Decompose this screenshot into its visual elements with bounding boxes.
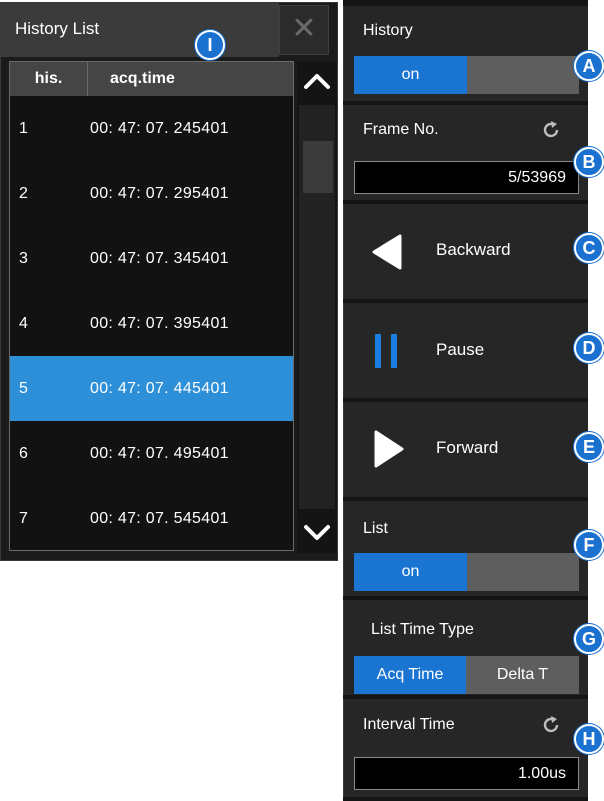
backward-button[interactable]: Backward <box>343 204 588 299</box>
history-toggle[interactable]: on <box>354 56 579 94</box>
history-table: his. acq.time 1 00: 47: 07. 245401 2 00:… <box>9 61 294 551</box>
history-section: History on <box>343 6 588 101</box>
table-row[interactable]: 1 00: 47: 07. 245401 <box>10 96 293 161</box>
pause-button[interactable]: Pause <box>343 303 588 398</box>
row-index: 4 <box>19 315 28 332</box>
table-row[interactable]: 2 00: 47: 07. 295401 <box>10 161 293 226</box>
callout-marker-h: H <box>574 724 604 754</box>
scroll-track[interactable] <box>299 105 335 509</box>
callout-marker-f: F <box>574 530 604 560</box>
callout-marker-a: A <box>574 51 604 81</box>
close-icon: ✕ <box>291 12 317 45</box>
row-time: 00: 47: 07. 295401 <box>90 185 229 202</box>
history-list-window: History List ✕ his. acq.time 1 00: 47: 0… <box>0 2 338 561</box>
table-row[interactable]: 4 00: 47: 07. 395401 <box>10 291 293 356</box>
chevron-up-icon <box>304 74 330 89</box>
interval-time-field[interactable]: 1.00us <box>354 757 579 790</box>
table-row[interactable]: 7 00: 47: 07. 545401 <box>10 486 293 551</box>
table-row[interactable]: 3 00: 47: 07. 345401 <box>10 226 293 291</box>
row-index: 7 <box>19 510 28 527</box>
list-toggle[interactable]: on <box>354 553 579 591</box>
callout-marker-i: I <box>195 30 225 60</box>
frame-number-title: Frame No. <box>363 121 439 138</box>
history-list-titlebar: History List <box>1 3 279 57</box>
list-time-type-section: List Time Type Acq Time Delta T <box>343 600 588 695</box>
column-header-his[interactable]: his. <box>10 62 88 96</box>
history-toggle-on[interactable]: on <box>354 56 467 94</box>
row-index: 3 <box>19 250 28 267</box>
callout-marker-c: C <box>574 233 604 263</box>
pause-label: Pause <box>436 340 485 359</box>
history-list-title: History List <box>15 19 100 38</box>
row-time: 00: 47: 07. 545401 <box>90 510 229 527</box>
row-time: 00: 47: 07. 495401 <box>90 445 229 462</box>
chevron-down-icon <box>304 525 330 540</box>
row-index: 1 <box>19 120 28 137</box>
callout-marker-e: E <box>574 432 604 462</box>
pause-icon <box>375 334 397 368</box>
row-time: 00: 47: 07. 245401 <box>90 120 229 137</box>
list-section: List on <box>343 501 588 596</box>
list-toggle-off[interactable] <box>467 553 579 591</box>
forward-button[interactable]: Forward <box>343 402 588 497</box>
list-title: List <box>363 520 388 537</box>
history-toggle-off[interactable] <box>467 56 579 94</box>
frame-number-section: Frame No. 5/53969 <box>343 105 588 200</box>
history-title: History <box>363 22 413 39</box>
list-time-type-title: List Time Type <box>371 621 474 638</box>
list-toggle-on[interactable]: on <box>354 553 467 591</box>
forward-label: Forward <box>436 438 499 457</box>
close-button[interactable]: ✕ <box>279 5 329 55</box>
row-time: 00: 47: 07. 445401 <box>90 380 229 397</box>
table-header: his. acq.time <box>10 62 293 96</box>
scroll-thumb[interactable] <box>303 141 333 193</box>
acq-time-option[interactable]: Acq Time <box>354 656 466 694</box>
callout-marker-g: G <box>574 624 604 654</box>
delta-t-option[interactable]: Delta T <box>466 656 579 694</box>
history-control-panel: History on Frame No. 5/53969 Backward Pa… <box>343 0 588 801</box>
interval-time-title: Interval Time <box>363 716 455 733</box>
scroll-up-button[interactable] <box>297 61 337 101</box>
column-header-acq-time[interactable]: acq.time <box>110 62 175 96</box>
refresh-icon[interactable] <box>540 119 562 141</box>
row-time: 00: 47: 07. 395401 <box>90 315 229 332</box>
table-row[interactable]: 6 00: 47: 07. 495401 <box>10 421 293 486</box>
callout-marker-b: B <box>574 147 604 177</box>
row-index: 5 <box>19 380 28 397</box>
table-row-selected[interactable]: 5 00: 47: 07. 445401 <box>10 356 293 421</box>
history-scrollbar[interactable] <box>297 61 337 553</box>
forward-icon <box>374 430 404 468</box>
interval-time-section: Interval Time 1.00us <box>343 699 588 797</box>
backward-label: Backward <box>436 240 511 259</box>
refresh-icon[interactable] <box>540 714 562 736</box>
callout-marker-d: D <box>574 333 604 363</box>
frame-number-field[interactable]: 5/53969 <box>354 161 579 194</box>
row-index: 2 <box>19 185 28 202</box>
scroll-down-button[interactable] <box>297 513 337 553</box>
row-index: 6 <box>19 445 28 462</box>
backward-icon <box>372 234 402 270</box>
row-time: 00: 47: 07. 345401 <box>90 250 229 267</box>
